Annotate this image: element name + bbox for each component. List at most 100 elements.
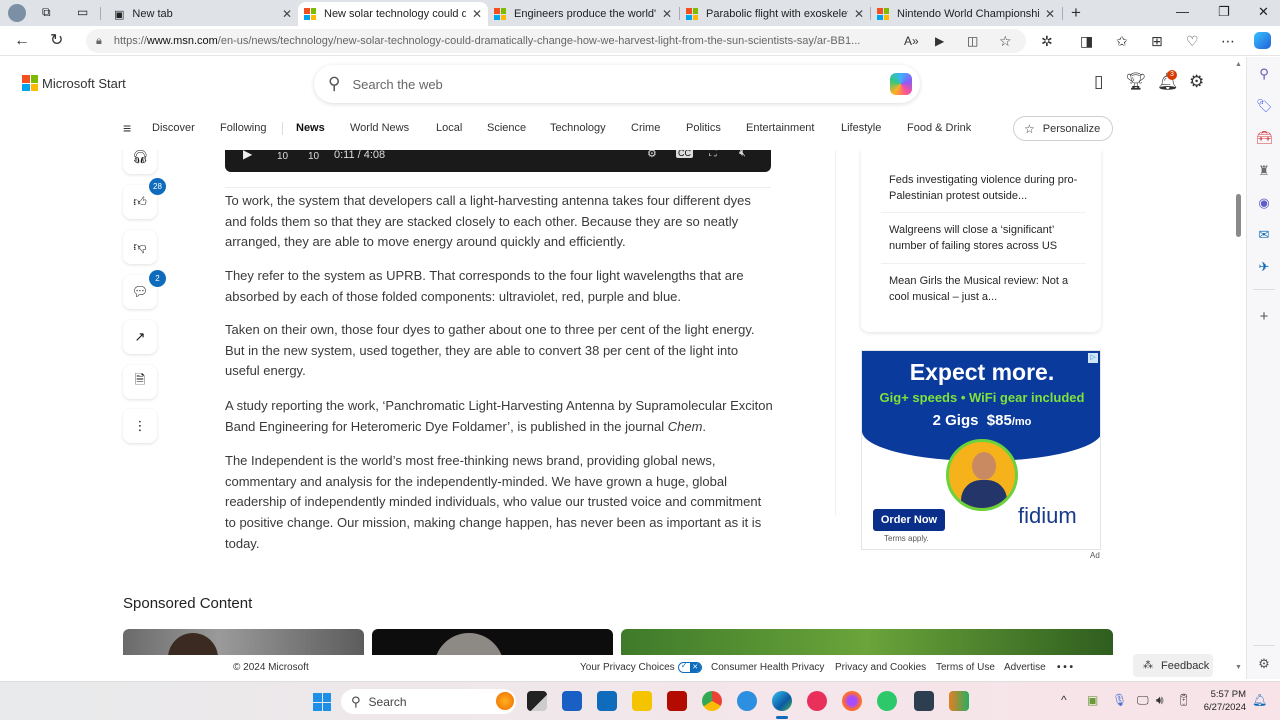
edge-browser-icon[interactable]	[772, 691, 792, 711]
skip-forward-button[interactable]: 10	[308, 151, 319, 162]
nav-news[interactable]: News	[296, 122, 325, 134]
close-tab-icon[interactable]: ✕	[472, 7, 482, 21]
nav-world-news[interactable]: World News	[350, 122, 409, 134]
footer-link-privacy-choices[interactable]: Your Privacy Choices	[580, 661, 702, 673]
sponsored-card-image[interactable]	[372, 629, 613, 655]
shopping-tag-icon[interactable]: 🏷︎	[1256, 98, 1273, 114]
browser-essentials-icon[interactable]: ♡	[1186, 33, 1199, 49]
system-clock[interactable]: 5:57 PM 6/27/2024	[1200, 688, 1246, 714]
restore-button[interactable]: ❐	[1218, 4, 1230, 20]
wechat-icon[interactable]	[877, 691, 897, 711]
share-button[interactable]: ↗	[123, 320, 157, 354]
tab-actions-icon[interactable]: ▭	[77, 5, 88, 19]
close-tab-icon[interactable]: ✕	[662, 7, 672, 21]
favorite-star-icon[interactable]: ☆	[999, 33, 1012, 49]
fullscreen-icon[interactable]: ⛶	[709, 150, 717, 160]
drop-send-icon[interactable]: ✈	[1256, 259, 1272, 275]
nav-entertainment[interactable]: Entertainment	[746, 122, 814, 134]
address-bar[interactable]: 🔒︎ https://www.msn.com/en-us/news/techno…	[86, 29, 1026, 53]
tab-engineers[interactable]: Engineers produce the world's first ✕	[488, 2, 678, 26]
microphone-icon[interactable]: 🎙︎	[1112, 693, 1127, 707]
outlook-app-icon[interactable]	[597, 691, 617, 711]
volume-icon[interactable]: 🔊︎	[1156, 693, 1164, 708]
chrome-icon[interactable]	[702, 691, 722, 711]
tray-app-icon[interactable]: ▣	[1087, 693, 1098, 707]
app-multicolor-icon[interactable]	[949, 691, 969, 711]
video-settings-icon[interactable]: ⚙	[647, 150, 657, 160]
scroll-down-arrow-icon[interactable]: ▼	[1235, 664, 1242, 671]
close-tab-icon[interactable]: ✕	[282, 7, 292, 21]
web-search-box[interactable]: ⚲	[314, 65, 920, 103]
sponsored-card-image[interactable]	[621, 629, 1113, 655]
profile-avatar-icon[interactable]	[8, 4, 26, 22]
outlook-icon[interactable]: ✉	[1256, 227, 1272, 243]
tab-new-tab[interactable]: ▣ New tab ✕	[108, 2, 298, 26]
tools-toolbox-icon[interactable]: 🧰︎	[1256, 130, 1273, 146]
sidebar-search-icon[interactable]: ⚲	[1256, 66, 1272, 82]
immersive-reader-icon[interactable]: ▶	[935, 33, 944, 49]
order-now-button[interactable]: Order Now	[873, 509, 945, 531]
footer-link-privacy-cookies[interactable]: Privacy and Cookies	[835, 662, 926, 673]
dislike-button[interactable]: 👎︎	[123, 230, 157, 264]
settings-gear-icon[interactable]: ⚙	[1189, 72, 1204, 92]
close-window-button[interactable]: ✕	[1258, 4, 1269, 20]
taskbar-search[interactable]: ⚲ Search	[341, 689, 516, 714]
nav-food-drink[interactable]: Food & Drink	[907, 122, 971, 134]
listen-button[interactable]: 🎧︎	[123, 150, 157, 174]
tab-parabolic-flight[interactable]: Parabolic flight with exoskeleton: ✕	[680, 2, 870, 26]
nav-technology[interactable]: Technology	[550, 122, 606, 134]
recorder-icon[interactable]	[807, 691, 827, 711]
skip-back-button[interactable]: 10	[277, 151, 288, 162]
sponsored-card-image[interactable]	[123, 629, 364, 655]
microsoft-start-logo[interactable]: Microsoft Start	[22, 75, 126, 91]
network-icon[interactable]: 🖵︎	[1137, 693, 1149, 708]
nav-crime[interactable]: Crime	[631, 122, 660, 134]
close-tab-icon[interactable]: ✕	[854, 7, 864, 21]
play-icon[interactable]: ▶	[243, 150, 252, 161]
page-scrollbar[interactable]: ▲ ▼	[1233, 57, 1245, 679]
task-view-icon[interactable]	[527, 691, 547, 711]
firefox-icon[interactable]	[842, 691, 862, 711]
microsoft-store-icon[interactable]	[562, 691, 582, 711]
new-tab-button[interactable]: +	[1071, 3, 1081, 23]
show-hidden-icons-chevron-icon[interactable]: ^	[1061, 693, 1067, 707]
adchoices-icon[interactable]: ▷	[1088, 353, 1098, 363]
personalize-button[interactable]: ☆ Personalize	[1013, 116, 1113, 141]
file-explorer-icon[interactable]	[632, 691, 652, 711]
refresh-icon[interactable]: ↻	[50, 33, 63, 49]
calendar-icon[interactable]	[914, 691, 934, 711]
scroll-up-arrow-icon[interactable]: ▲	[1235, 61, 1242, 68]
nav-local[interactable]: Local	[436, 122, 462, 134]
footer-link-consumer-health[interactable]: Consumer Health Privacy	[711, 662, 824, 673]
footer-link-advertise[interactable]: Advertise	[1004, 662, 1046, 673]
microsoft-365-icon[interactable]: ◉	[1256, 195, 1272, 211]
nav-politics[interactable]: Politics	[686, 122, 721, 134]
app-blue-icon[interactable]	[737, 691, 757, 711]
trending-story-link[interactable]: Walgreens will close a ‘significant’ num…	[889, 222, 1079, 254]
back-icon[interactable]: ←	[14, 33, 30, 49]
extensions-icon[interactable]: ✲	[1041, 33, 1053, 49]
split-screen-icon[interactable]: ◫	[967, 33, 978, 49]
add-sidebar-app-icon[interactable]: +	[1256, 309, 1272, 325]
minimize-button[interactable]: —	[1176, 4, 1189, 19]
workspaces-icon[interactable]: ⧉	[42, 5, 51, 20]
trending-story-link[interactable]: Feds investigating violence during pro-P…	[889, 172, 1079, 204]
footer-link-terms[interactable]: Terms of Use	[936, 662, 995, 673]
sidebar-settings-icon[interactable]: ⚙	[1256, 656, 1272, 672]
captions-icon[interactable]: CC	[676, 150, 693, 158]
rewards-trophy-icon[interactable]: 🏆︎	[1125, 72, 1147, 92]
nav-following[interactable]: Following	[220, 122, 266, 134]
notification-bell-icon[interactable]: 🔔︎	[1252, 693, 1267, 707]
collections-icon[interactable]: ⊞	[1151, 33, 1163, 49]
games-chess-icon[interactable]: ♜	[1256, 163, 1272, 179]
tab-active-article[interactable]: New solar technology could dramatically …	[298, 2, 488, 26]
trending-story-link[interactable]: Mean Girls the Musical review: Not a coo…	[889, 273, 1079, 305]
close-tab-icon[interactable]: ✕	[1045, 7, 1055, 21]
mobile-app-icon[interactable]: ▯	[1094, 72, 1103, 92]
favorites-icon[interactable]: ✩	[1116, 33, 1128, 49]
copilot-icon[interactable]	[1254, 32, 1271, 49]
scroll-thumb[interactable]	[1236, 194, 1241, 237]
footer-more-button[interactable]: • • •	[1057, 662, 1073, 673]
search-input[interactable]	[352, 76, 853, 92]
hamburger-menu-icon[interactable]: ≡	[123, 120, 131, 136]
